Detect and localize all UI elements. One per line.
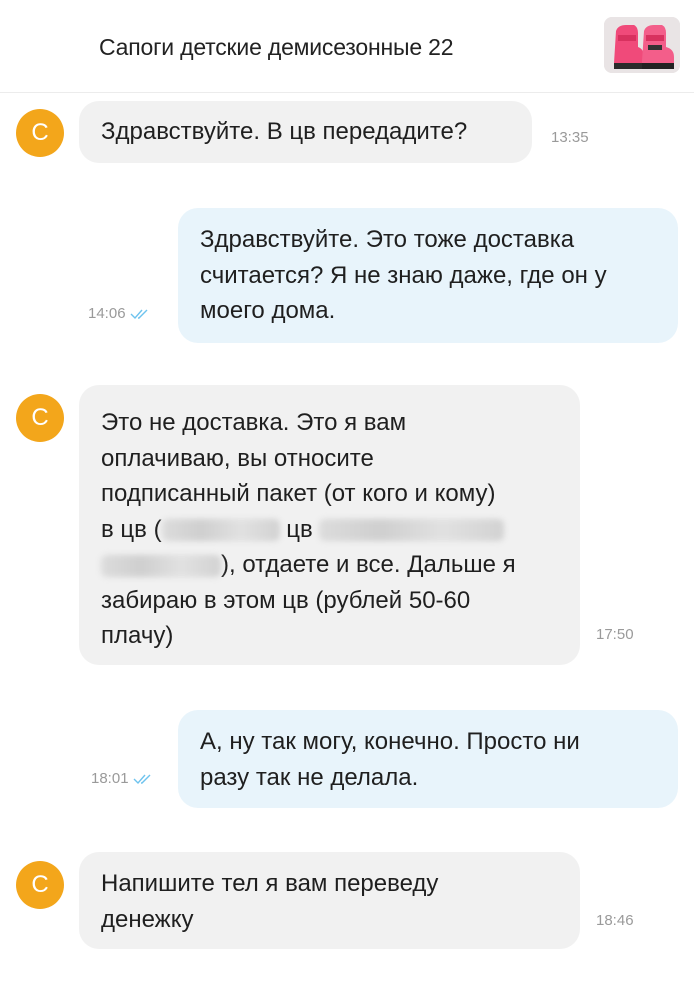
message-time-text: 14:06 — [88, 305, 126, 322]
message-text-line: ), отдаете и все. Дальше я — [101, 547, 558, 583]
seller-avatar[interactable]: С — [16, 394, 64, 442]
message-time: 13:35 — [551, 129, 589, 146]
message-text-line: забираю в этом цв (рублей 50-60 — [101, 586, 471, 614]
message-bubble-incoming[interactable]: Здравствуйте. В цв передадите? — [79, 101, 532, 163]
message-bubble-incoming[interactable]: Напишите тел я вам переведу денежку — [79, 852, 580, 949]
message-text-line: Здравствуйте. Это тоже доставка — [200, 226, 575, 253]
message-time: 17:50 — [596, 626, 634, 643]
message-text-line: считается? Я не знаю даже, где он у — [200, 261, 607, 289]
message-time: 14:06 — [88, 305, 152, 322]
message-text-line: подписанный пакет (от кого и кому) — [101, 480, 496, 507]
message-time-text: 18:01 — [91, 770, 129, 787]
message-bubble-outgoing[interactable]: Здравствуйте. Это тоже доставка считаетс… — [178, 208, 678, 343]
pink-boots-icon — [604, 17, 680, 73]
message-text-fragment: в цв ( — [101, 515, 162, 543]
seller-avatar[interactable]: С — [16, 861, 64, 909]
redacted-text — [319, 519, 505, 542]
message-text: Здравствуйте. В цв передадите? — [101, 118, 468, 145]
double-check-icon — [133, 774, 151, 785]
redacted-text — [101, 554, 221, 577]
message-text-line: денежку — [101, 905, 194, 933]
message-text-line: в цв ( цв — [101, 512, 558, 548]
avatar-letter: С — [31, 119, 49, 146]
double-check-icon — [130, 309, 148, 320]
message-time: 18:46 — [596, 912, 634, 929]
message-text-line: оплачиваю, вы относите — [101, 444, 374, 472]
message-text-fragment: цв — [286, 515, 313, 543]
message-time: 18:01 — [91, 770, 155, 787]
message-text-line: плачу) — [101, 622, 174, 649]
seller-avatar[interactable]: С — [16, 109, 64, 157]
message-text-line: Это не доставка. Это я вам — [101, 409, 407, 436]
chat-header: Сапоги детские демисезонные 22 — [0, 0, 694, 93]
message-bubble-incoming[interactable]: Это не доставка. Это я вам оплачиваю, вы… — [79, 385, 580, 665]
message-text-line: А, ну так могу, конечно. Просто ни — [200, 728, 580, 755]
redacted-text — [161, 519, 280, 542]
message-text-line: моего дома. — [200, 297, 336, 324]
avatar-letter: С — [31, 404, 49, 431]
message-text-fragment: ), отдаете и все. Дальше я — [221, 551, 516, 578]
product-title[interactable]: Сапоги детские демисезонные 22 — [99, 34, 453, 61]
product-thumbnail[interactable] — [604, 17, 680, 73]
message-bubble-outgoing[interactable]: А, ну так могу, конечно. Просто ни разу … — [178, 710, 678, 808]
message-text-line: разу так не делала. — [200, 763, 419, 791]
message-text-line: Напишите тел я вам переведу — [101, 870, 439, 897]
avatar-letter: С — [31, 871, 49, 898]
